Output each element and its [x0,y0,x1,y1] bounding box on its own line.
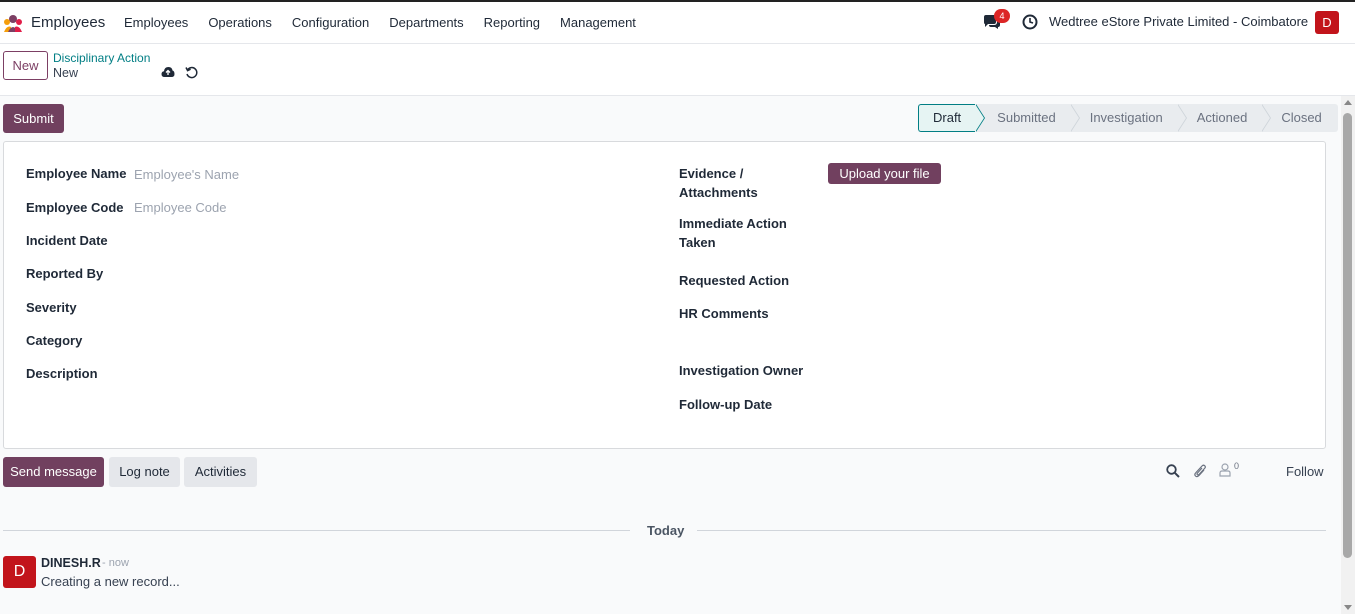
stage-actioned[interactable]: Actioned [1176,104,1272,132]
app-name[interactable]: Employees [31,14,105,31]
requested-action-label: Requested Action [679,273,790,288]
breadcrumb-parent[interactable]: Disciplinary Action [53,51,150,65]
form-sheet: Employee Name Employee's Name Employee C… [3,141,1326,449]
hr-comments-label: HR Comments [679,306,769,321]
company-switcher[interactable]: Wedtree eStore Private Limited - Coimbat… [1049,14,1308,29]
evidence-label-cont: Attachments [679,185,758,200]
control-panel: New Disciplinary Action New [0,44,1355,96]
reported-by-label: Reported By [26,266,104,281]
activity-clock-icon[interactable] [1022,14,1038,30]
message-author[interactable]: DINESH.R [41,556,101,570]
followup-date-label: Follow-up Date [679,397,773,412]
menu-item-employees[interactable]: Employees [124,15,188,30]
follow-button[interactable]: Follow [1286,464,1324,479]
save-cloud-icon[interactable] [161,66,175,78]
scrollbar-thumb[interactable] [1343,113,1352,558]
message-author-avatar[interactable]: D [3,556,36,588]
attachment-paperclip-icon[interactable] [1193,463,1207,479]
immediate-action-label: Immediate Action [679,216,787,231]
severity-label: Severity [26,300,77,315]
menu-item-departments[interactable]: Departments [389,15,463,30]
message-timestamp: - now [102,557,129,569]
messages-count-badge: 4 [994,9,1010,23]
breadcrumb-current: New [53,66,79,80]
stage-investigation[interactable]: Investigation [1069,104,1187,132]
stage-submitted[interactable]: Submitted [975,104,1080,132]
employee-code-label: Employee Code [26,200,124,215]
evidence-label: Evidence / [679,166,744,181]
menu-item-reporting[interactable]: Reporting [484,15,540,30]
stage-label: Closed [1281,110,1322,125]
message-body: Creating a new record... [41,574,180,589]
immediate-action-label-cont: Taken [679,235,716,250]
employee-name-input[interactable]: Employee's Name [134,167,239,182]
activities-button[interactable]: Activities [184,457,257,487]
follower-count: 0 [1234,461,1240,471]
stage-label: Submitted [997,110,1056,125]
employees-app-icon[interactable] [2,13,24,33]
stage-draft[interactable]: Draft [918,104,986,132]
date-separator: Today [647,523,685,538]
search-icon[interactable] [1166,464,1180,478]
upload-file-button[interactable]: Upload your file [828,163,941,184]
log-note-button[interactable]: Log note [109,457,180,487]
scroll-down-arrow-icon[interactable] [1344,605,1352,610]
user-avatar[interactable]: D [1315,11,1339,34]
category-label: Category [26,333,83,348]
send-message-button[interactable]: Send message [3,457,104,487]
stage-label: Investigation [1089,110,1163,125]
description-label: Description [26,366,98,381]
discard-undo-icon[interactable] [185,66,198,79]
new-button[interactable]: New [3,51,48,80]
menu-item-operations[interactable]: Operations [208,15,272,30]
stage-closed[interactable]: Closed [1261,104,1338,132]
followers-icon[interactable] [1219,463,1231,477]
menu-item-configuration[interactable]: Configuration [292,15,369,30]
divider [3,530,630,531]
status-stages: Draft Submitted Investigation Actioned C… [918,104,1338,132]
stage-label: Draft [933,110,962,125]
employee-code-input[interactable]: Employee Code [134,200,227,215]
investigation-owner-label: Investigation Owner [679,363,804,378]
scroll-up-arrow-icon[interactable] [1344,100,1352,105]
incident-date-label: Incident Date [26,233,108,248]
submit-button[interactable]: Submit [3,104,64,133]
divider [697,530,1326,531]
menu-item-management[interactable]: Management [560,15,636,30]
employee-name-label: Employee Name [26,166,127,181]
main-menu: Employees Operations Configuration Depar… [124,15,656,30]
stage-label: Actioned [1196,110,1248,125]
